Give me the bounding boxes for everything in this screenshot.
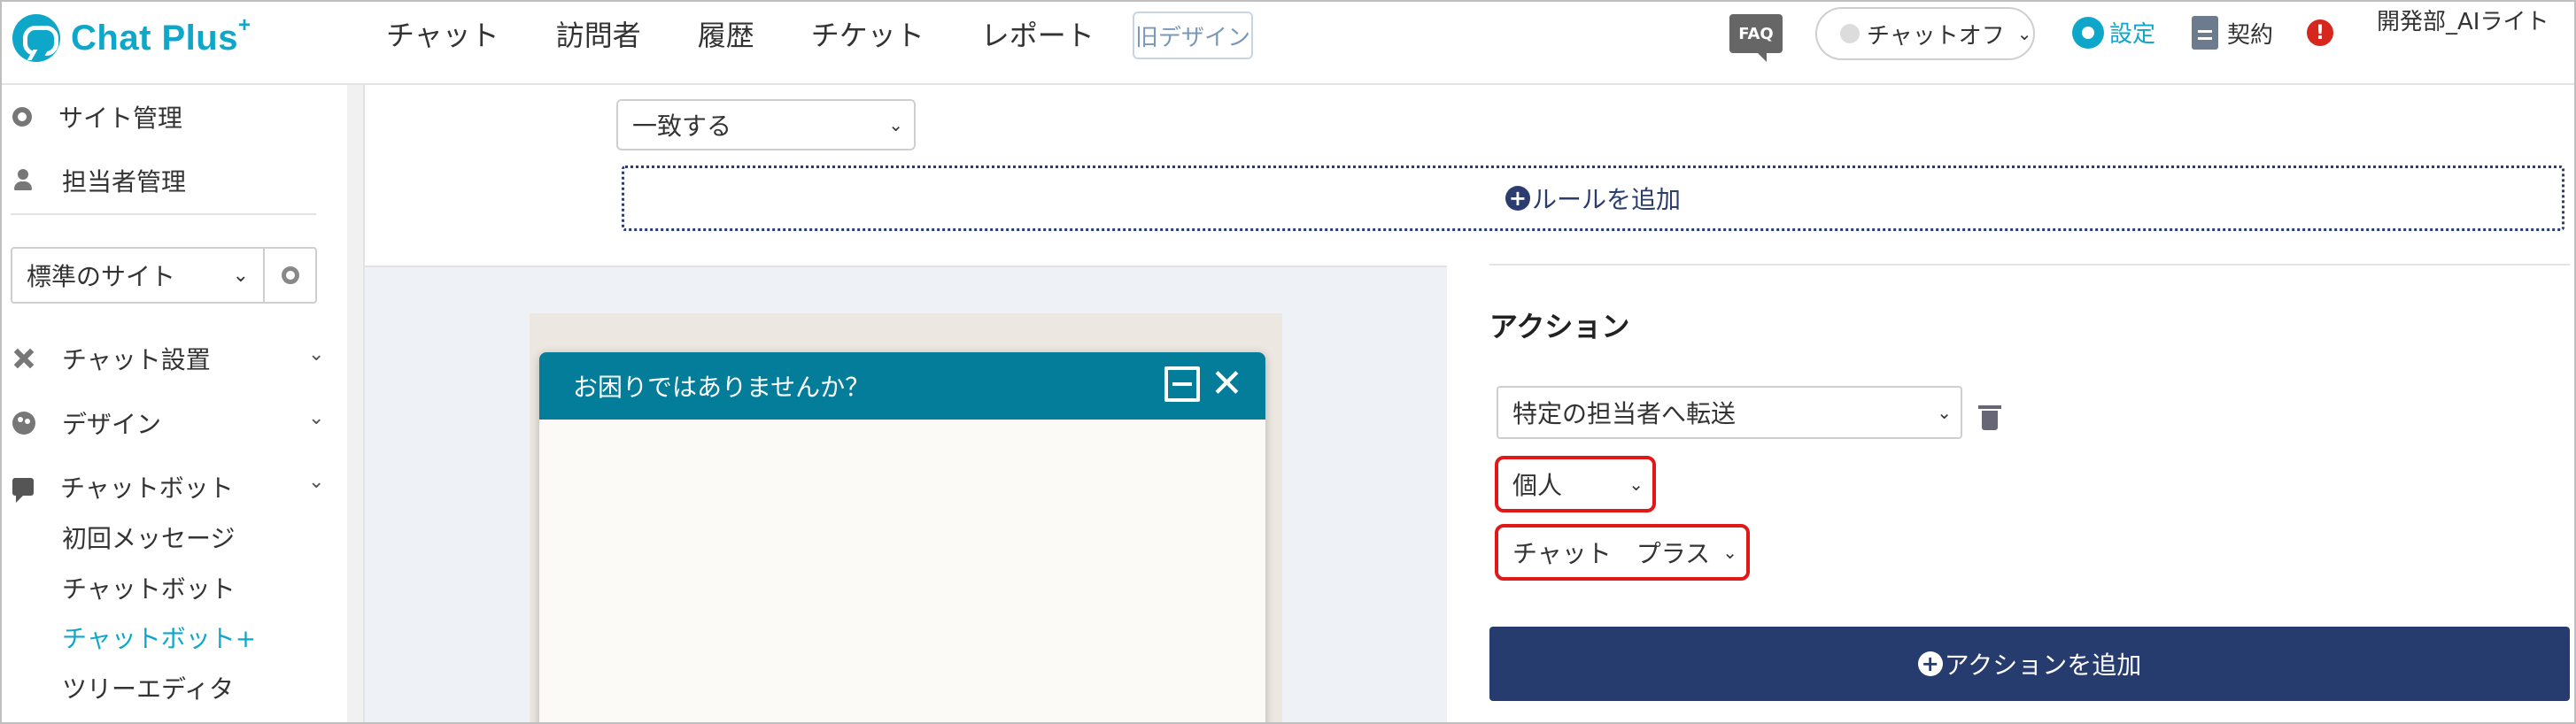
action-type-value: 特定の担当者へ転送: [1512, 399, 1737, 428]
chat-widget-preview: お困りではありませんか？ ✕: [539, 352, 1265, 722]
close-icon[interactable]: ✕: [1211, 361, 1243, 406]
logo[interactable]: Chat Plus+: [12, 11, 251, 65]
chevron-down-icon: ⌄: [1628, 474, 1644, 495]
tools-icon: [12, 347, 35, 370]
nav-visitors[interactable]: 訪問者: [556, 13, 641, 54]
palette-icon: [12, 412, 35, 435]
nav-chat[interactable]: チャット: [386, 13, 499, 54]
gear-icon: [281, 266, 299, 284]
sidebar-scrollbar[interactable]: [347, 85, 363, 722]
plus-circle-icon: +: [1505, 186, 1530, 211]
alert-icon[interactable]: !: [2307, 19, 2333, 46]
top-header: Chat Plus+ チャット 訪問者 履歴 チケット レポート 旧デザイン F…: [2, 2, 2574, 85]
status-dot-icon: [1840, 24, 1860, 43]
sidebar-item-label: チャットボット: [60, 474, 234, 503]
person-icon: [12, 169, 35, 192]
sidebar-divider: [11, 213, 316, 215]
chevron-down-icon: ⌄: [888, 114, 903, 135]
site-select[interactable]: 標準のサイト ⌄: [11, 247, 265, 304]
contract-label: 契約: [2227, 21, 2274, 49]
action-panel: アクション 特定の担当者へ転送 ⌄ 個人 ⌄ チャット プラス ⌄ + アクショ…: [1447, 264, 2574, 722]
chevron-down-icon[interactable]: ⌄: [308, 343, 324, 366]
gear-icon: [2072, 16, 2104, 49]
add-rule-label: ルールを追加: [1531, 185, 1681, 214]
chevron-down-icon[interactable]: ⌄: [308, 407, 324, 429]
match-condition-select[interactable]: 一致する ⌄: [616, 99, 916, 150]
site-settings-button[interactable]: [263, 247, 317, 304]
sidebar-subitem-first-message[interactable]: 初回メッセージ: [62, 520, 235, 555]
chevron-down-icon: ⌄: [1937, 402, 1952, 423]
settings-label: 設定: [2109, 21, 2156, 48]
trash-icon[interactable]: [1978, 405, 2001, 430]
sidebar-subitem-chatbot-plus[interactable]: チャットボット+: [62, 620, 256, 655]
app-frame: Chat Plus+ チャット 訪問者 履歴 チケット レポート 旧デザイン F…: [0, 0, 2576, 724]
add-action-label: アクションを追加: [1944, 651, 2142, 680]
sidebar-item-chat-settings[interactable]: チャット設置: [2, 341, 211, 376]
sidebar-item-chatbot[interactable]: チャットボット: [2, 469, 234, 504]
contract-link[interactable]: 契約: [2192, 16, 2273, 50]
chevron-down-icon[interactable]: ⌄: [308, 471, 324, 493]
nav-tickets[interactable]: チケット: [811, 13, 924, 54]
chat-bubble-icon: [12, 478, 34, 503]
action-section-title: アクション: [1489, 310, 1630, 343]
logo-text: Chat Plus+: [71, 12, 251, 58]
chevron-down-icon: ⌄: [1722, 542, 1737, 563]
chevron-down-icon: ⌄: [232, 264, 249, 287]
document-icon: [2192, 16, 2218, 50]
nav-reports[interactable]: レポート: [981, 13, 1095, 54]
sidebar-subitem-tree-editor[interactable]: ツリーエディタ: [62, 670, 234, 705]
sidebar-item-design[interactable]: デザイン: [2, 405, 161, 441]
sidebar-item-site-admin[interactable]: サイト管理: [2, 99, 182, 135]
add-rule-button[interactable]: + ルールを追加: [622, 166, 2564, 231]
plus-circle-icon: +: [1917, 651, 1943, 676]
user-menu[interactable]: 開発部_AIライト: [2377, 5, 2563, 39]
main-nav: チャット 訪問者 履歴 チケット レポート: [386, 14, 1151, 53]
assignee-select[interactable]: チャット プラス ⌄: [1495, 524, 1750, 581]
gear-icon: [12, 107, 32, 127]
old-design-button[interactable]: 旧デザイン: [1133, 12, 1253, 59]
chat-widget-title: お困りではありませんか？: [573, 373, 870, 402]
site-select-value: 標準のサイト: [27, 262, 176, 291]
divider: [1489, 264, 2570, 266]
minimize-icon[interactable]: [1164, 366, 1200, 402]
sidebar-item-label: サイト管理: [58, 104, 183, 133]
sidebar-item-label: デザイン: [62, 410, 162, 439]
assignee-kind-value: 個人: [1512, 471, 1563, 500]
sidebar: サイト管理 担当者管理 標準のサイト ⌄ チャット設置 ⌄ デザイン ⌄ チャッ…: [2, 85, 365, 722]
chat-status-label: チャットオフ: [1867, 22, 2005, 50]
main-content: 一致する ⌄ + ルールを追加 お困りではありませんか？ ✕ アクション 特定の…: [365, 85, 2574, 722]
match-condition-value: 一致する: [632, 112, 732, 141]
chat-plus-logo-icon: [12, 14, 60, 62]
add-action-button[interactable]: + アクションを追加: [1489, 627, 2570, 701]
settings-link[interactable]: 設定: [2072, 16, 2155, 49]
sidebar-subitem-chatbot[interactable]: チャットボット: [62, 570, 236, 605]
chat-preview-area: お困りではありませんか？ ✕: [365, 266, 1447, 722]
chevron-down-icon: ⌄: [2016, 23, 2032, 44]
faq-icon[interactable]: FAQ: [1729, 14, 1783, 62]
assignee-kind-select[interactable]: 個人 ⌄: [1495, 456, 1656, 512]
sidebar-item-label: 担当者管理: [62, 167, 187, 196]
nav-history[interactable]: 履歴: [698, 13, 754, 54]
chat-status-toggle[interactable]: チャットオフ ⌄: [1815, 7, 2035, 60]
chat-widget-header: お困りではありませんか？ ✕: [539, 352, 1265, 420]
sidebar-item-label: チャット設置: [62, 345, 211, 374]
assignee-value: チャット プラス: [1512, 539, 1711, 568]
action-type-select[interactable]: 特定の担当者へ転送 ⌄: [1497, 386, 1962, 439]
sidebar-item-staff-admin[interactable]: 担当者管理: [2, 163, 186, 198]
